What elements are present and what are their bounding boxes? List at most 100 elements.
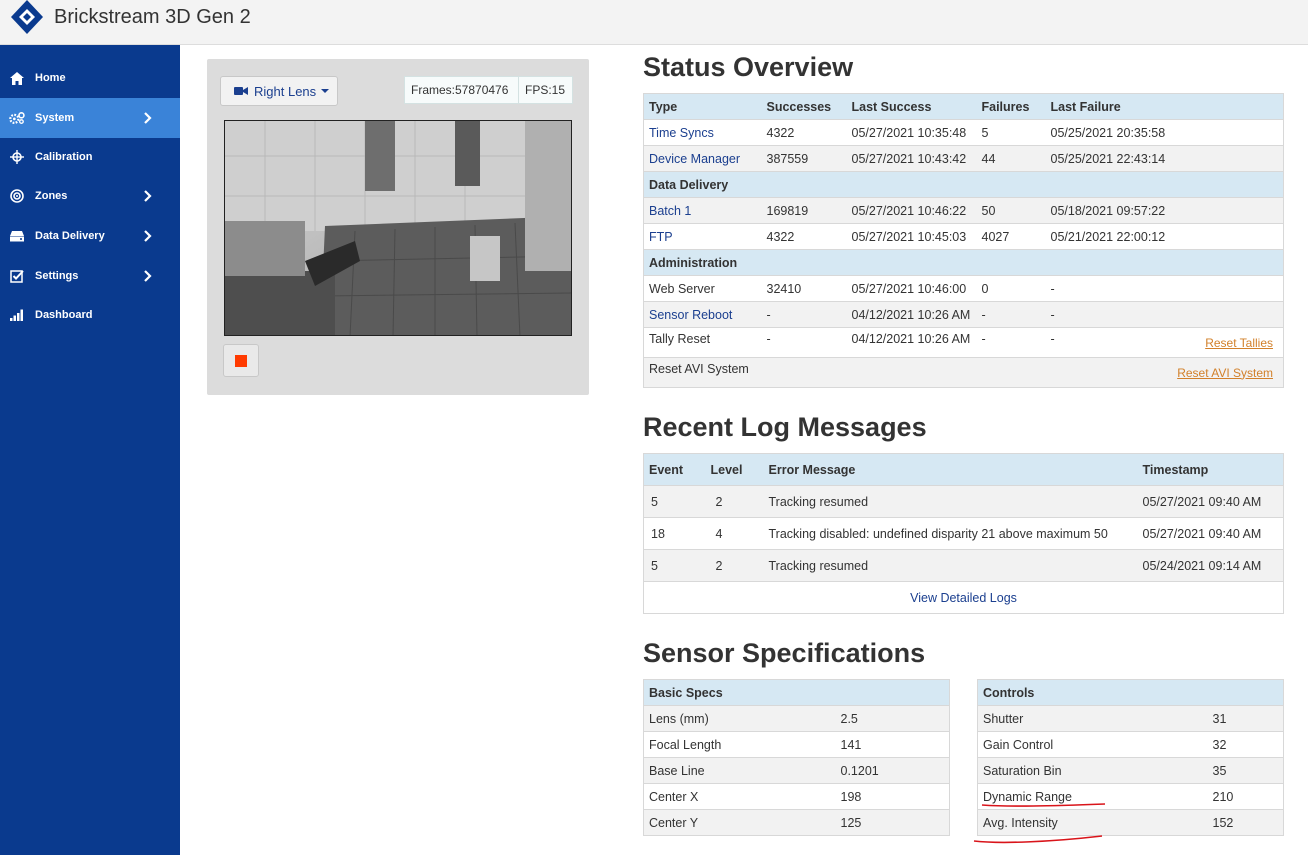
target-icon [9,188,25,204]
sidebar-item-label: Home [35,72,66,84]
spec-value: 2.5 [835,705,950,732]
crosshair-icon [9,149,25,165]
table-cell: 0 [976,275,1046,302]
table-row: Base Line 0.1201 [643,757,950,784]
chevron-right-icon [144,112,152,124]
table-cell: 169819 [761,197,847,224]
frames-counter: Frames:57870476 [404,76,519,104]
table-cell: 50 [976,197,1046,224]
table-row: 5 2 Tracking resumed 05/24/2021 09:14 AM [643,549,1284,582]
spec-value: 152 [1207,809,1284,836]
table-cell: 32410 [761,275,847,302]
table-cell: Tally Reset [643,327,762,358]
sidebar-item-zones[interactable]: Zones [0,176,180,216]
table-row: Batch 1 169819 05/27/2021 10:46:22 50 05… [643,197,1284,224]
chevron-right-icon [144,270,152,282]
sidebar-item-data-delivery[interactable]: Data Delivery [0,216,180,256]
sidebar-item-system[interactable]: System [0,98,180,138]
spec-value: 35 [1207,757,1284,784]
table-row: FTP 4322 05/27/2021 10:45:03 4027 05/21/… [643,223,1284,250]
table-cell: 2 [705,549,764,582]
table-cell: 05/27/2021 10:46:22 [846,197,977,224]
table-cell: 18 [643,517,706,550]
column-header: Type [643,93,762,120]
spec-value: 31 [1207,705,1284,732]
home-icon [9,70,25,86]
sidebar-item-label: Data Delivery [35,230,105,242]
spec-value: 198 [835,783,950,810]
table-row: Sensor Reboot - 04/12/2021 10:26 AM - - [643,301,1284,328]
status-link-time-syncs[interactable]: Time Syncs [649,126,714,140]
table-cell [1172,119,1284,146]
table-cell: 4322 [761,223,847,250]
sidebar: Home System Calibration Zones Data Deliv… [0,45,180,855]
sidebar-item-dashboard[interactable]: Dashboard [0,295,180,335]
column-header: Last Success [846,93,977,120]
table-row: Tally Reset - 04/12/2021 10:26 AM - - Re… [643,327,1284,358]
table-cell: - [1045,301,1173,328]
spec-label: Lens (mm) [643,705,836,732]
table-cell [1172,145,1284,172]
table-cell: 05/27/2021 09:40 AM [1137,485,1284,518]
table-cell: Tracking resumed [763,485,1138,518]
sensor-specifications-heading: Sensor Specifications [643,638,926,668]
table-cell: - [976,301,1046,328]
status-table: Type Successes Last Success Failures Las… [643,93,1284,388]
view-detailed-logs-link[interactable]: View Detailed Logs [910,591,1017,605]
checkbox-icon [9,268,25,284]
table-cell: - [1045,327,1173,358]
group-row: Data Delivery [643,171,1284,198]
table-cell: - [1045,275,1173,302]
table-cell: 387559 [761,145,847,172]
column-header: Timestamp [1137,453,1284,486]
table-row: Center X 198 [643,783,950,810]
status-link-sensor-reboot[interactable]: Sensor Reboot [649,308,732,322]
app-title: Brickstream 3D Gen 2 [54,6,251,28]
caret-down-icon [321,89,330,93]
status-link-device-manager[interactable]: Device Manager [649,152,740,166]
group-row: Administration [643,249,1284,276]
spec-value: 32 [1207,731,1284,758]
spec-label: Saturation Bin [977,757,1208,784]
column-header: Error Message [763,453,1138,486]
sidebar-item-settings[interactable]: Settings [0,256,180,296]
table-cell: Tracking resumed [763,549,1138,582]
table-cell: Tracking disabled: undefined disparity 2… [763,517,1138,550]
table-cell: 05/27/2021 10:43:42 [846,145,977,172]
table-row: Center Y 125 [643,809,950,836]
lens-select-dropdown[interactable]: Right Lens [220,76,338,106]
sidebar-item-label: Settings [35,270,79,282]
sidebar-item-label: System [35,112,75,124]
table-cell: 44 [976,145,1046,172]
table-cell: 4322 [761,119,847,146]
table-cell: 05/25/2021 20:35:58 [1045,119,1173,146]
top-bar: Brickstream 3D Gen 2 [0,0,1308,45]
spec-value: 0.1201 [835,757,950,784]
group-label-administration: Administration [643,249,1284,276]
stop-recording-button[interactable] [223,344,259,377]
table-row: Reset AVI System Reset AVI System [643,357,1284,388]
reset-avi-system-link[interactable]: Reset AVI System [1177,366,1273,380]
table-cell: 04/12/2021 10:26 AM [846,327,977,358]
group-label-data-delivery: Data Delivery [643,171,1284,198]
table-cell: 05/27/2021 10:35:48 [846,119,977,146]
spec-value: 141 [835,731,950,758]
table-cell: - [761,301,847,328]
column-header: Level [705,453,764,486]
reset-tallies-link[interactable]: Reset Tallies [1205,336,1273,350]
sidebar-item-home[interactable]: Home [0,58,180,98]
status-link-ftp[interactable]: FTP [649,230,673,244]
table-cell: Web Server [643,275,762,302]
table-row: 5 2 Tracking resumed 05/27/2021 09:40 AM [643,485,1284,518]
table-cell: - [976,327,1046,358]
status-link-batch-1[interactable]: Batch 1 [649,204,691,218]
spec-label: Gain Control [977,731,1208,758]
camera-viewer-panel: Right Lens Frames:57870476 FPS:15 [207,59,589,395]
action-column-header [1172,93,1284,120]
log-table: Event Level Error Message Timestamp 5 2 … [643,453,1284,614]
sidebar-item-calibration[interactable]: Calibration [0,137,180,177]
table-row: Web Server 32410 05/27/2021 10:46:00 0 - [643,275,1284,302]
table-cell: 05/25/2021 22:43:14 [1045,145,1173,172]
signal-bars-icon [9,307,25,323]
table-cell: Reset AVI System [643,357,1173,388]
